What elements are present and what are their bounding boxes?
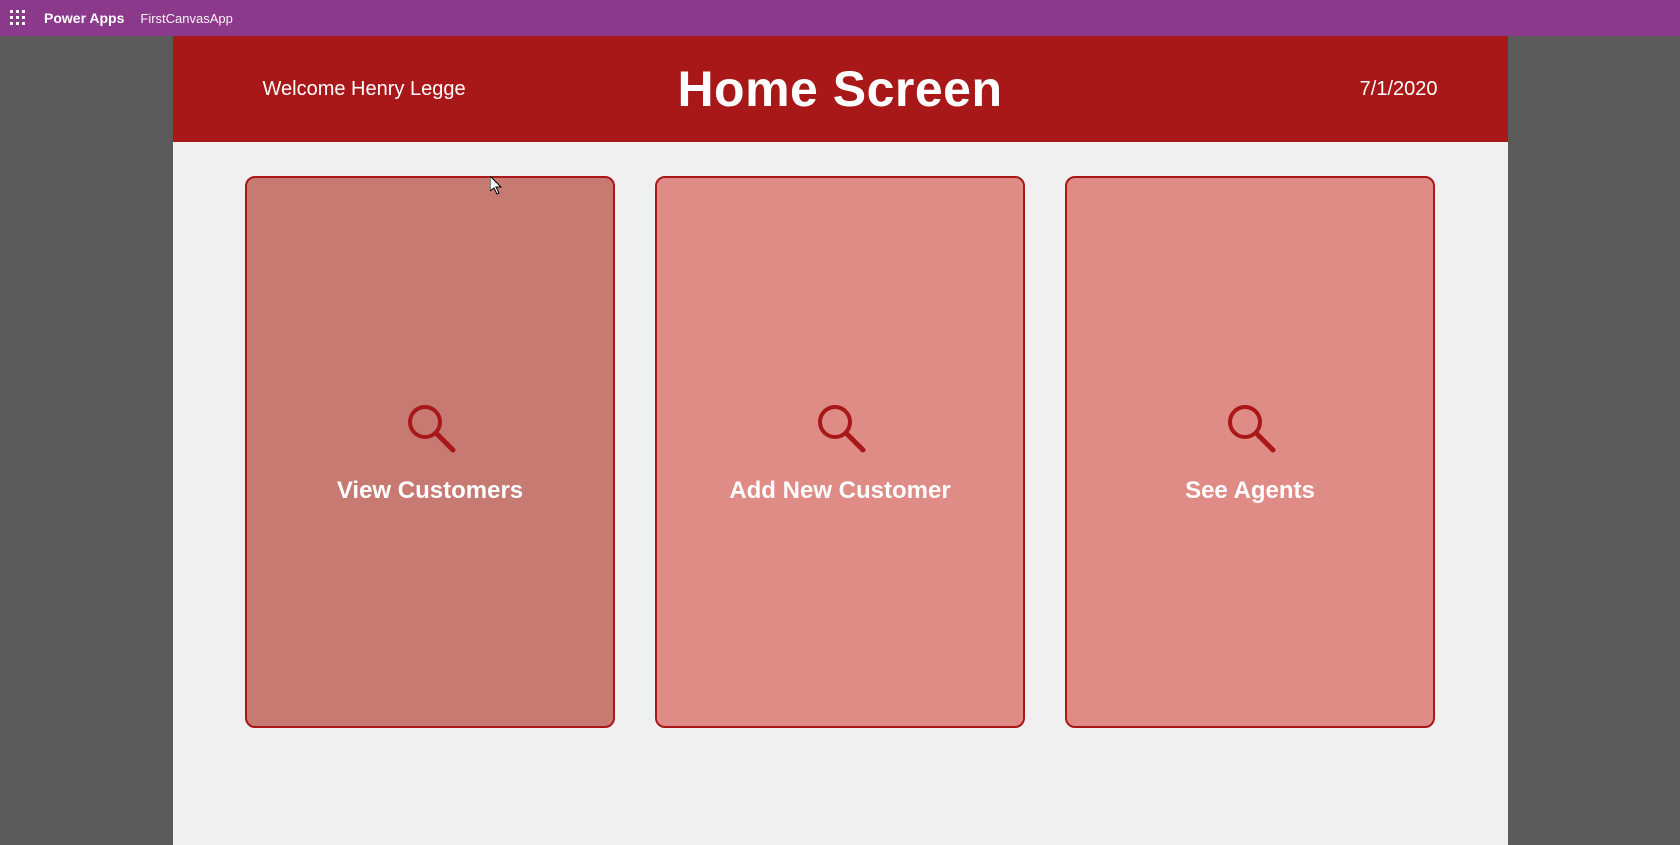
welcome-text: Welcome Henry Legge <box>263 78 466 101</box>
waffle-icon[interactable] <box>10 10 26 26</box>
search-icon <box>403 400 457 459</box>
tiles-container: View Customers Add New Customer <box>173 142 1508 845</box>
header-banner: Welcome Henry Legge Home Screen 7/1/2020 <box>173 36 1508 142</box>
search-icon <box>813 400 867 459</box>
brand-label[interactable]: Power Apps <box>44 10 124 26</box>
search-icon <box>1223 400 1277 459</box>
date-text: 7/1/2020 <box>1360 78 1438 101</box>
app-viewport: Welcome Henry Legge Home Screen 7/1/2020… <box>0 36 1680 845</box>
tile-add-new-customer[interactable]: Add New Customer <box>655 176 1025 728</box>
screen-title: Home Screen <box>677 60 1002 118</box>
tile-see-agents[interactable]: See Agents <box>1065 176 1435 728</box>
tile-label: Add New Customer <box>729 477 950 505</box>
tile-label: See Agents <box>1185 477 1315 505</box>
top-bar: Power Apps FirstCanvasApp <box>0 0 1680 36</box>
app-canvas: Welcome Henry Legge Home Screen 7/1/2020… <box>173 36 1508 845</box>
tile-label: View Customers <box>337 477 523 505</box>
app-name-label: FirstCanvasApp <box>140 11 232 26</box>
tile-view-customers[interactable]: View Customers <box>245 176 615 728</box>
